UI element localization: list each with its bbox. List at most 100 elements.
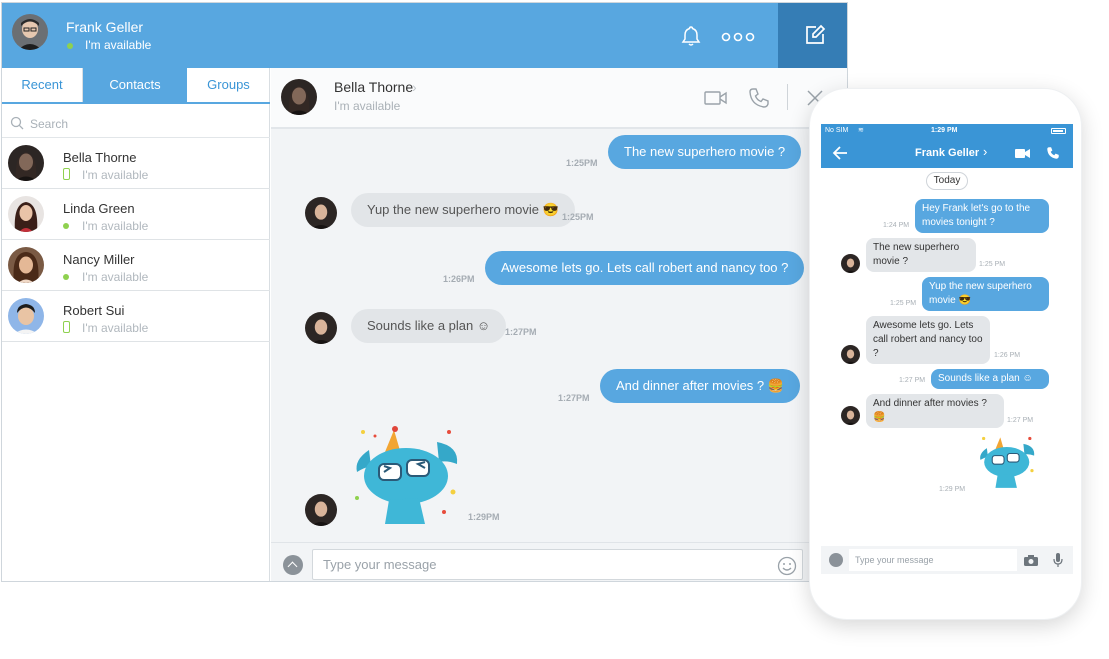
contact-item-bella-thorne[interactable]: Bella Thorne I'm available bbox=[2, 138, 270, 189]
avatar bbox=[841, 406, 860, 425]
message-bubble-outgoing[interactable]: Hey Frank let's go to the movies tonight… bbox=[915, 199, 1049, 233]
bell-icon[interactable] bbox=[680, 25, 702, 47]
contact-status: I'm available bbox=[82, 321, 149, 335]
sidebar-tabs: Recent Contacts Groups bbox=[2, 68, 270, 104]
tab-contacts[interactable]: Contacts bbox=[83, 68, 187, 102]
back-arrow-icon[interactable] bbox=[832, 146, 848, 160]
avatar bbox=[841, 254, 860, 273]
message-bubble-outgoing[interactable]: Awesome lets go. Lets call robert and na… bbox=[485, 251, 805, 285]
message-bubble-outgoing[interactable]: Sounds like a plan ☺ bbox=[931, 369, 1049, 389]
contact-status: I'm available bbox=[82, 168, 149, 182]
contact-item-robert-sui[interactable]: Robert Sui I'm available bbox=[2, 291, 270, 342]
online-status-dot bbox=[63, 223, 69, 229]
avatar bbox=[8, 145, 44, 181]
user-status[interactable]: I'm available bbox=[85, 38, 151, 52]
message-bubble-incoming[interactable]: Sounds like a plan ☺ bbox=[351, 309, 507, 343]
carrier-label: No SIM bbox=[825, 127, 849, 134]
message-bubble-incoming[interactable]: Yup the new superhero movie 😎 bbox=[351, 193, 575, 227]
contact-name: Robert Sui bbox=[63, 303, 125, 318]
tab-groups[interactable]: Groups bbox=[187, 68, 270, 102]
message-timestamp: 1:29PM bbox=[468, 512, 500, 522]
phone-header: Frank Geller › bbox=[821, 138, 1073, 168]
mobile-icon bbox=[63, 321, 70, 333]
date-divider: Today bbox=[926, 172, 968, 190]
message-timestamp: 1:26PM bbox=[443, 274, 475, 284]
message-timestamp: 1:27PM bbox=[505, 327, 537, 337]
contact-status: I'm available bbox=[82, 219, 149, 233]
contact-search[interactable]: Search bbox=[2, 105, 270, 138]
contact-name: Bella Thorne bbox=[63, 150, 137, 165]
message-timestamp: 1:27 PM bbox=[1007, 417, 1034, 424]
video-call-icon[interactable] bbox=[704, 90, 728, 111]
message-timestamp: 1:27 PM bbox=[899, 377, 926, 384]
chat-panel: Bella Thorne › I'm available The new sup… bbox=[271, 68, 847, 581]
chat-contact-name[interactable]: Bella Thorne bbox=[334, 79, 413, 95]
online-status-dot bbox=[67, 43, 73, 49]
mobile-icon bbox=[63, 168, 70, 180]
phone-message-input[interactable]: Type your message bbox=[849, 549, 1017, 571]
camera-icon[interactable] bbox=[1023, 554, 1039, 567]
phone-chat-title[interactable]: Frank Geller bbox=[915, 147, 979, 159]
message-timestamp: 1:25PM bbox=[562, 212, 594, 222]
message-bubble-incoming[interactable]: Awesome lets go. Lets call robert and na… bbox=[866, 316, 990, 364]
phone-message-composer: Type your message bbox=[821, 546, 1073, 574]
sidebar: Recent Contacts Groups Search Bella Thor… bbox=[2, 68, 270, 581]
expand-attachments-button[interactable] bbox=[829, 553, 843, 567]
avatar bbox=[841, 345, 860, 364]
avatar bbox=[305, 312, 337, 344]
phone-call-icon[interactable] bbox=[1046, 146, 1060, 160]
chevron-right-icon[interactable]: › bbox=[412, 79, 417, 95]
avatar bbox=[8, 196, 44, 232]
phone-screen: No SIM ≋ 1:29 PM Frank Geller › Today He… bbox=[821, 124, 1073, 579]
message-bubble-outgoing[interactable]: And dinner after movies ? 🍔 bbox=[600, 369, 800, 403]
message-input[interactable] bbox=[312, 549, 803, 580]
user-name: Frank Geller bbox=[66, 19, 144, 35]
message-timestamp: 1:25PM bbox=[566, 158, 598, 168]
expand-attachments-button[interactable] bbox=[283, 555, 303, 575]
desktop-app-window: Frank Geller I'm available Recent Contac… bbox=[1, 2, 848, 582]
battery-icon bbox=[1051, 128, 1066, 134]
search-icon bbox=[10, 116, 24, 130]
message-timestamp: 1:27PM bbox=[558, 393, 590, 403]
chat-contact-status: I'm available bbox=[334, 99, 401, 113]
avatar bbox=[305, 494, 337, 526]
top-bar: Frank Geller I'm available bbox=[2, 3, 847, 68]
avatar bbox=[8, 298, 44, 334]
phone-call-icon[interactable] bbox=[748, 87, 770, 114]
contact-item-linda-green[interactable]: Linda Green I'm available bbox=[2, 189, 270, 240]
emoji-icon[interactable] bbox=[777, 556, 797, 581]
tab-recent[interactable]: Recent bbox=[2, 68, 83, 102]
chevron-right-icon[interactable]: › bbox=[983, 144, 987, 159]
contact-item-nancy-miller[interactable]: Nancy Miller I'm available bbox=[2, 240, 270, 291]
contact-name: Linda Green bbox=[63, 201, 135, 216]
message-timestamp: 1:26 PM bbox=[994, 352, 1021, 359]
search-placeholder: Search bbox=[30, 117, 69, 131]
message-bubble-incoming[interactable]: And dinner after movies ? 🍔 bbox=[866, 394, 1004, 428]
user-avatar[interactable] bbox=[12, 14, 48, 50]
party-sticker-image[interactable] bbox=[349, 420, 464, 533]
compose-icon bbox=[806, 24, 826, 44]
compose-button[interactable] bbox=[778, 3, 847, 68]
message-bubble-outgoing[interactable]: The new superhero movie ? bbox=[608, 135, 802, 169]
message-timestamp: 1:29 PM bbox=[939, 486, 966, 493]
message-bubble-outgoing[interactable]: Yup the new superhero movie 😎 bbox=[922, 277, 1049, 311]
message-timestamp: 1:25 PM bbox=[890, 300, 917, 307]
contact-name: Nancy Miller bbox=[63, 252, 135, 267]
online-status-dot bbox=[63, 274, 69, 280]
avatar[interactable] bbox=[281, 79, 317, 115]
phone-status-bar: No SIM ≋ 1:29 PM bbox=[821, 124, 1073, 138]
microphone-icon[interactable] bbox=[1053, 552, 1063, 568]
contact-status: I'm available bbox=[82, 270, 149, 284]
chat-header: Bella Thorne › I'm available bbox=[271, 68, 847, 129]
stage: Frank Geller I'm available Recent Contac… bbox=[0, 0, 1109, 659]
party-sticker-image[interactable] bbox=[976, 432, 1038, 495]
message-timestamp: 1:25 PM bbox=[979, 261, 1006, 268]
message-timestamp: 1:24 PM bbox=[883, 222, 910, 229]
header-divider bbox=[787, 84, 788, 110]
avatar bbox=[8, 247, 44, 283]
message-bubble-incoming[interactable]: The new superhero movie ? bbox=[866, 238, 976, 272]
message-composer bbox=[271, 542, 847, 581]
wifi-icon: ≋ bbox=[858, 127, 864, 134]
video-call-icon[interactable] bbox=[1015, 148, 1031, 159]
more-options-icon[interactable] bbox=[721, 30, 755, 42]
